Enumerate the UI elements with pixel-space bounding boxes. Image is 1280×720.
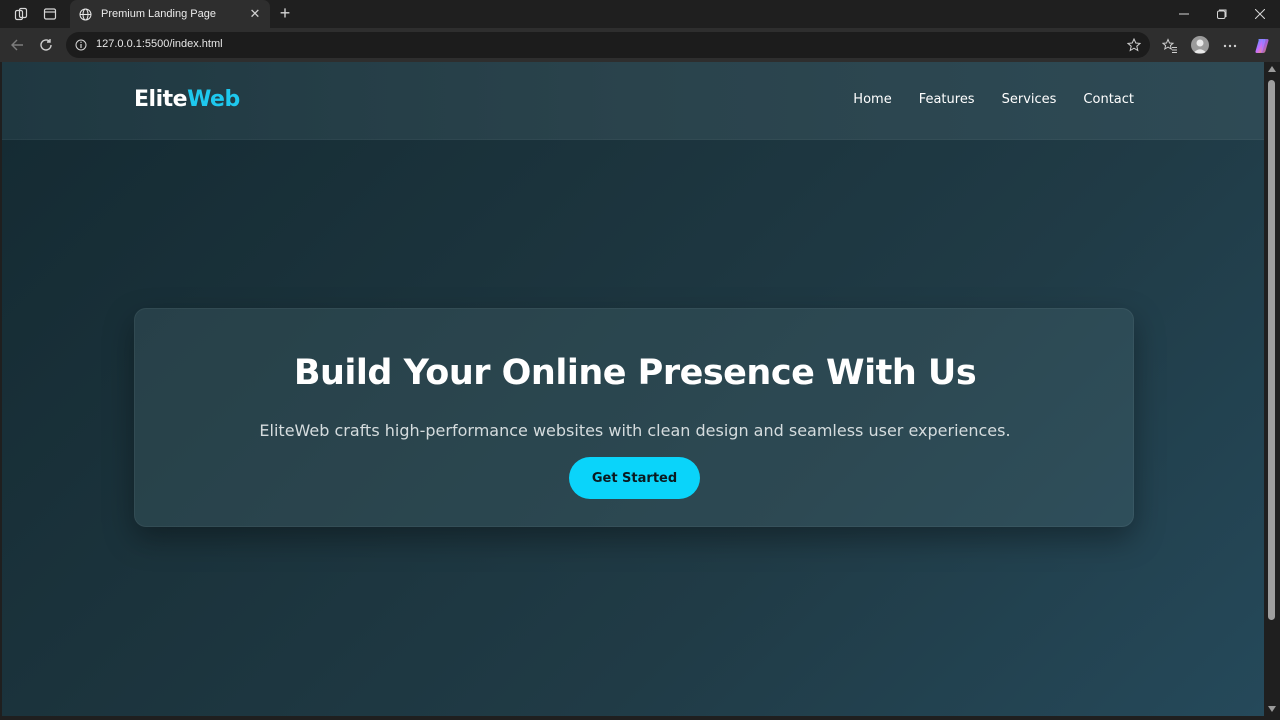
site-header: EliteWeb Home Features Services Contact bbox=[2, 62, 1264, 140]
window-bottom-edge bbox=[0, 716, 1280, 720]
back-icon[interactable] bbox=[8, 36, 26, 54]
logo-text-elite: Elite bbox=[134, 87, 188, 112]
copilot-icon[interactable] bbox=[1252, 36, 1272, 56]
tab-title: Premium Landing Page bbox=[101, 8, 216, 20]
vertical-scrollbar[interactable] bbox=[1264, 62, 1280, 716]
logo-text-web: Web bbox=[187, 87, 240, 112]
info-icon[interactable] bbox=[74, 38, 88, 52]
workspaces-icon[interactable] bbox=[12, 5, 30, 23]
restore-icon[interactable] bbox=[1212, 4, 1232, 24]
hero-subtitle: EliteWeb crafts high-performance website… bbox=[259, 421, 1011, 440]
scroll-thumb[interactable] bbox=[1268, 80, 1275, 620]
scroll-up-arrow-icon[interactable] bbox=[1268, 66, 1276, 72]
more-icon[interactable] bbox=[1220, 36, 1240, 56]
nav-link-services[interactable]: Services bbox=[1002, 92, 1057, 107]
tab-actions-icon[interactable] bbox=[41, 5, 59, 23]
globe-icon bbox=[78, 7, 92, 21]
main-nav: Home Features Services Contact bbox=[853, 92, 1134, 107]
site-logo[interactable]: EliteWeb bbox=[134, 87, 240, 112]
star-icon[interactable] bbox=[1126, 37, 1142, 53]
hero-title: Build Your Online Presence With Us bbox=[293, 353, 977, 393]
minimize-icon[interactable] bbox=[1174, 4, 1194, 24]
address-bar[interactable]: 127.0.0.1:5500/index.html bbox=[66, 32, 1150, 58]
refresh-icon[interactable] bbox=[37, 36, 55, 54]
nav-link-features[interactable]: Features bbox=[919, 92, 975, 107]
browser-title-bar: Premium Landing Page ✕ + bbox=[0, 0, 1280, 28]
browser-tab[interactable]: Premium Landing Page ✕ bbox=[70, 0, 270, 28]
close-window-icon[interactable] bbox=[1250, 4, 1270, 24]
nav-link-contact[interactable]: Contact bbox=[1083, 92, 1134, 107]
profile-icon[interactable] bbox=[1191, 36, 1209, 54]
close-icon[interactable]: ✕ bbox=[248, 7, 262, 22]
browser-toolbar: 127.0.0.1:5500/index.html bbox=[0, 28, 1280, 62]
get-started-button[interactable]: Get Started bbox=[569, 457, 700, 499]
nav-link-home[interactable]: Home bbox=[853, 92, 891, 107]
scroll-down-arrow-icon[interactable] bbox=[1268, 706, 1276, 712]
hero-card: Build Your Online Presence With Us Elite… bbox=[134, 308, 1134, 527]
page-viewport: EliteWeb Home Features Services Contact … bbox=[2, 62, 1264, 716]
url-text[interactable]: 127.0.0.1:5500/index.html bbox=[96, 38, 223, 50]
plus-icon[interactable]: + bbox=[276, 4, 294, 22]
favorites-icon[interactable] bbox=[1160, 36, 1180, 56]
